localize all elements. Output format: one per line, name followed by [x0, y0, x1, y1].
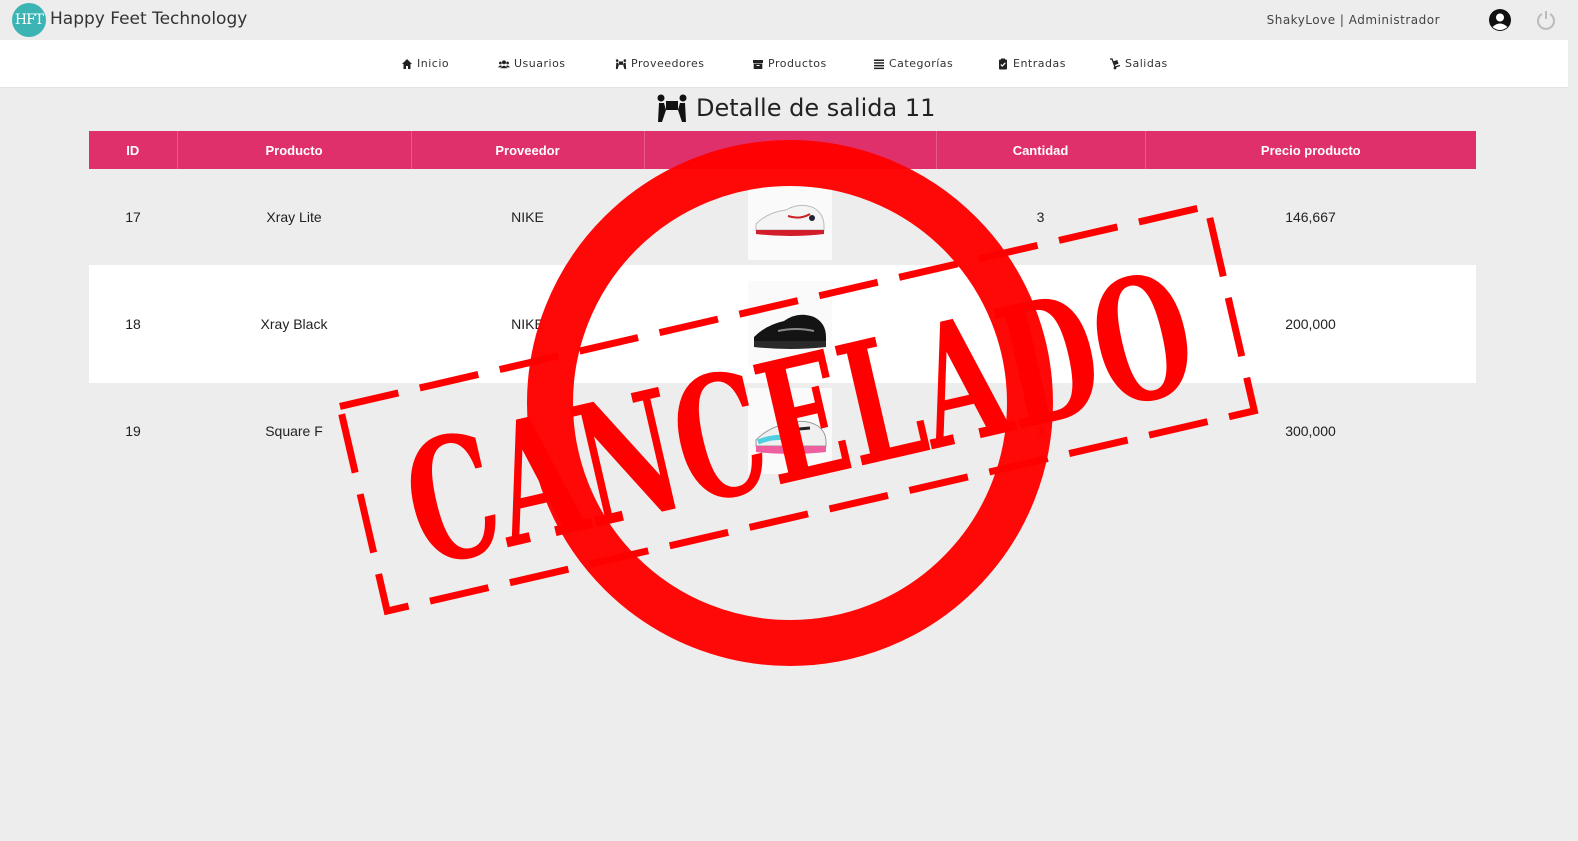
col-header-id: ID	[89, 131, 178, 169]
cell-precio: 200,000	[1285, 316, 1336, 332]
cell-proveedor	[411, 383, 644, 479]
nav-label: Entradas	[1013, 57, 1066, 70]
table-row: 18 Xray Black NIKE 200,000	[89, 265, 1476, 383]
cell-id: 19	[125, 423, 141, 439]
table-row: 19 Square F 3 300,000	[89, 383, 1476, 479]
col-header-producto: Producto	[177, 131, 412, 169]
cell-producto: Xray Black	[260, 316, 328, 332]
brand-name[interactable]: Happy Feet Technology	[50, 9, 247, 29]
table-header-row: ID Producto Proveedor Cantidad Precio pr…	[89, 131, 1476, 169]
col-header-precio: Precio producto	[1260, 142, 1361, 158]
nav-label: Categorías	[889, 57, 954, 70]
cell-cantidad	[936, 265, 1145, 383]
detail-table: ID Producto Proveedor Cantidad Precio pr…	[89, 131, 1476, 479]
top-bar: HFT Happy Feet Technology ShakyLove | Ad…	[0, 0, 1578, 40]
nav-item-categorias[interactable]: Categorías	[873, 57, 953, 70]
nav-label: Productos	[768, 57, 827, 70]
nav-item-productos[interactable]: Productos	[752, 57, 827, 70]
cell-cantidad: 3	[1036, 423, 1045, 439]
clipboard-check-icon	[999, 58, 1007, 69]
nav-label: Salidas	[1125, 57, 1168, 70]
logo[interactable]: HFT	[12, 3, 46, 37]
power-icon[interactable]	[1535, 9, 1557, 31]
cell-imagen	[644, 169, 936, 265]
nav-label: Proveedores	[631, 57, 705, 70]
people-carry-icon	[657, 94, 687, 122]
box-icon	[753, 59, 763, 69]
cell-imagen	[644, 265, 936, 383]
product-image	[748, 388, 832, 474]
nav-label: Usuarios	[514, 57, 566, 70]
user-label: ShakyLove | Administrador	[1266, 13, 1440, 27]
nav-item-inicio[interactable]: Inicio	[401, 57, 449, 70]
cell-producto: Xray Lite	[266, 209, 322, 225]
col-header-proveedor: Proveedor	[411, 131, 645, 169]
list-icon	[874, 59, 884, 69]
cell-producto: Square F	[265, 423, 323, 439]
cell-precio: 146,667	[1285, 209, 1336, 225]
nav-item-proveedores[interactable]: Proveedores	[615, 57, 705, 70]
cell-proveedor: NIKE	[511, 209, 544, 225]
col-header-cantidad: Cantidad	[936, 131, 1146, 169]
page-title-text: Detalle de salida 11	[696, 94, 936, 122]
col-header-imagen	[644, 131, 937, 169]
nav-item-entradas[interactable]: Entradas	[997, 57, 1066, 70]
nav-label: Inicio	[417, 57, 450, 70]
main-nav: Inicio Usuarios Proveedores Productos Ca…	[0, 40, 1568, 88]
cell-proveedor: NIKE	[511, 316, 544, 332]
nav-item-usuarios[interactable]: Usuarios	[498, 57, 566, 70]
users-icon	[498, 59, 510, 68]
user-avatar-icon[interactable]	[1489, 9, 1511, 31]
cell-id: 17	[125, 209, 141, 225]
nav-item-salidas[interactable]: Salidas	[1109, 57, 1168, 70]
product-image	[748, 174, 832, 260]
table-row: 17 Xray Lite NIKE 3 146,667	[89, 169, 1476, 265]
people-carry-icon	[615, 58, 627, 69]
home-icon	[402, 58, 412, 69]
product-image	[748, 281, 832, 367]
cell-imagen	[644, 383, 936, 479]
cell-precio: 300,000	[1285, 423, 1336, 439]
cell-cantidad: 3	[1036, 209, 1045, 225]
cell-id: 18	[125, 316, 141, 332]
page-title: Detalle de salida 11	[656, 93, 935, 123]
dolly-icon	[1110, 57, 1121, 69]
